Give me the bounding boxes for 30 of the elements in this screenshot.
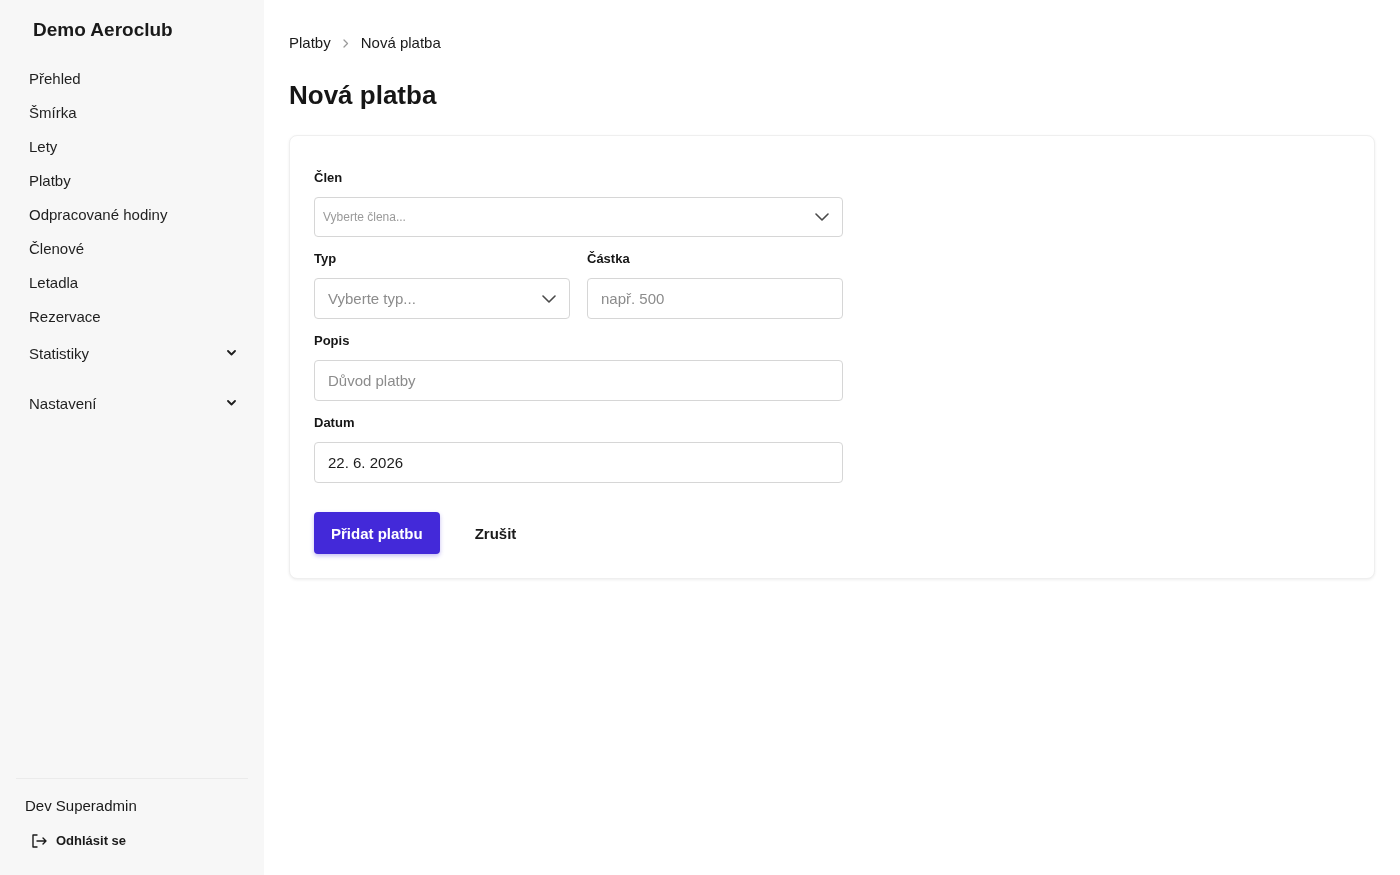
date-input[interactable]: 22. 6. 2026 <box>314 442 843 483</box>
logout-icon <box>31 834 47 848</box>
field-label: Částka <box>587 251 630 267</box>
page-title: Nová platba <box>289 79 437 111</box>
nav-item[interactable]: Platby <box>16 163 248 197</box>
nav-item[interactable]: Odpracované hodiny <box>16 197 248 231</box>
field-label: Typ <box>314 251 337 267</box>
field-label: Datum <box>314 415 355 431</box>
nav-item[interactable]: Členové <box>16 231 248 265</box>
chevron-right-icon <box>342 38 349 48</box>
breadcrumb-link[interactable]: Platby <box>289 33 331 53</box>
nav-item[interactable]: Rezervace <box>16 299 248 333</box>
nav-item[interactable]: Statistiky <box>16 333 248 373</box>
brand-title: Demo Aeroclub <box>33 19 173 41</box>
nav-item[interactable]: Šmírka <box>16 95 248 129</box>
user-name: Dev Superadmin <box>25 797 137 815</box>
field-label: Člen <box>314 170 343 186</box>
text-input[interactable]: např. 500 <box>587 278 843 319</box>
submit-button[interactable]: Přidat platbu <box>314 512 440 554</box>
cancel-button[interactable]: Zrušit <box>458 512 533 554</box>
chevron-down-icon <box>542 294 556 303</box>
text-input[interactable]: Důvod platby <box>314 360 843 401</box>
nav-item[interactable]: Lety <box>16 129 248 163</box>
field-label: Popis <box>314 333 350 349</box>
nav-item[interactable]: Přehled <box>16 61 248 95</box>
nav-item[interactable]: Letadla <box>16 265 248 299</box>
chevron-down-icon <box>815 213 829 221</box>
logout-link[interactable]: Odhlásit se <box>31 831 127 851</box>
breadcrumb-current: Nová platba <box>360 33 441 53</box>
nav-item[interactable]: Nastavení <box>16 383 248 423</box>
